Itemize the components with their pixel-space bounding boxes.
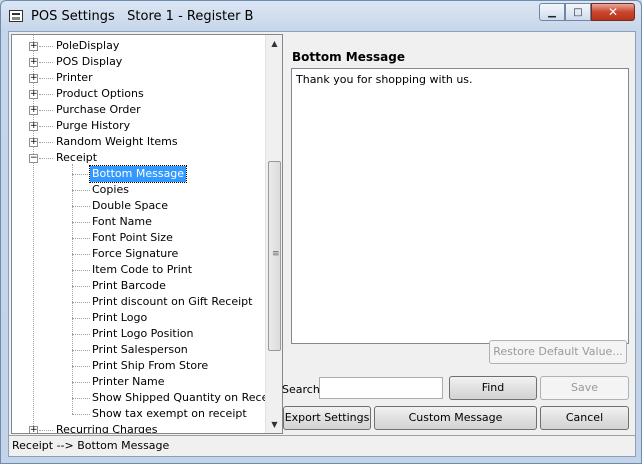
tree-item-label: Font Point Size [92,231,173,244]
window-title: POS Settings Store 1 - Register B [31,9,254,24]
close-button[interactable]: ✕ [591,3,635,21]
tree-item-label: Print Ship From Store [92,359,209,372]
scroll-thumb[interactable]: ≡ [268,161,281,351]
collapse-icon[interactable]: − [29,154,38,163]
tree-item-label: Print Salesperson [92,343,188,356]
tree-item-label: Item Code to Print [92,263,193,276]
tree-item-label: Show tax exempt on receipt [92,407,247,420]
tree-item-label: Show Shipped Quantity on Receipt [92,391,283,404]
tree-item-label: PoleDisplay [56,39,120,52]
tree-connector [39,46,53,47]
grip-icon: ≡ [272,249,280,259]
scroll-down-icon[interactable]: ▼ [266,416,282,433]
cancel-button[interactable]: Cancel [540,406,629,430]
search-input[interactable] [319,377,443,399]
expand-icon[interactable]: + [29,58,38,67]
app-icon [9,10,23,22]
tree-scrollbar[interactable]: ▲ ≡ ▼ [265,35,282,433]
maximize-button[interactable]: □ [565,3,591,21]
tree-item-label: Product Options [56,87,144,100]
tree-item-label: POS Display [56,55,123,68]
panel-title: Bottom Message [292,50,405,64]
tree-item-label: Print discount on Gift Receipt [92,295,253,308]
scroll-up-icon[interactable]: ▲ [266,35,282,52]
tree-item-label: Force Signature [92,247,179,260]
export-settings-button[interactable]: Export Settings [283,406,371,430]
tree-item-label: Purchase Order [56,103,141,116]
tree-connector [72,302,90,303]
tree-item-label: Print Logo Position [92,327,194,340]
tree-item-label: Print Logo [92,311,148,324]
close-icon: ✕ [607,5,619,19]
tree-connector [39,62,53,63]
tree-item-label: Bottom Message [88,165,188,183]
tree-connector [72,382,90,383]
tree-branch-line [72,164,73,414]
tree-item-label: Printer Name [92,375,165,388]
title-bar[interactable]: POS Settings Store 1 - Register B ▁ □ ✕ [1,1,641,31]
tree-connector [72,366,90,367]
status-bar: Receipt --> Bottom Message [9,435,635,456]
expand-icon[interactable]: + [29,42,38,51]
tree-connector [72,190,90,191]
tree-connector [72,398,90,399]
tree-connector [72,238,90,239]
tree-connector [72,350,90,351]
tree-connector [72,254,90,255]
tree-item-label: Print Barcode [92,279,166,292]
tree-connector [39,110,53,111]
tree-connector [72,286,90,287]
tree-connector [72,334,90,335]
tree-connector [39,158,53,159]
search-label: Search [282,383,320,396]
settings-tree[interactable]: + PoleDisplay + POS Display + Printer + Product… [11,34,283,434]
tree-item-label: Recurring Charges [56,423,158,434]
restore-default-button[interactable]: Restore Default Value... [489,340,627,364]
tree-connector [39,142,53,143]
tree-item-label: Copies [92,183,129,196]
custom-message-button[interactable]: Custom Message [374,406,537,430]
tree-connector [72,174,90,175]
expand-icon[interactable]: + [29,106,38,115]
tree-item-label: Printer [56,71,93,84]
pos-settings-window: POS Settings Store 1 - Register B ▁ □ ✕ … [0,0,642,464]
tree-connector [72,318,90,319]
find-button[interactable]: Find [449,376,537,400]
expand-icon[interactable]: + [29,122,38,131]
caption-buttons: ▁ □ ✕ [539,3,635,23]
tree-connector [39,78,53,79]
tree-item-label: Font Name [92,215,152,228]
tree-item-label: Receipt [56,151,98,164]
tree-connector [39,430,53,431]
maximize-icon: □ [573,6,583,18]
tree-connector [72,270,90,271]
client-area: + PoleDisplay + POS Display + Printer + Product… [8,31,636,457]
minimize-icon: ▁ [548,6,556,18]
expand-icon[interactable]: + [29,90,38,99]
expand-icon[interactable]: + [29,426,38,433]
save-button[interactable]: Save [540,376,629,400]
tree-connector [39,126,53,127]
minimize-button[interactable]: ▁ [539,3,565,21]
expand-icon[interactable]: + [29,138,38,147]
tree-item-label: Random Weight Items [56,135,178,148]
tree-connector [72,414,90,415]
tree-connector [39,94,53,95]
tree-item-label: Double Space [92,199,168,212]
tree-connector [72,222,90,223]
tree-item-label: Purge History [56,119,131,132]
tree-connector [72,206,90,207]
message-textarea[interactable]: Thank you for shopping with us. [291,68,629,344]
expand-icon[interactable]: + [29,74,38,83]
tree-rows: + PoleDisplay + POS Display + Printer + Product… [12,35,282,434]
